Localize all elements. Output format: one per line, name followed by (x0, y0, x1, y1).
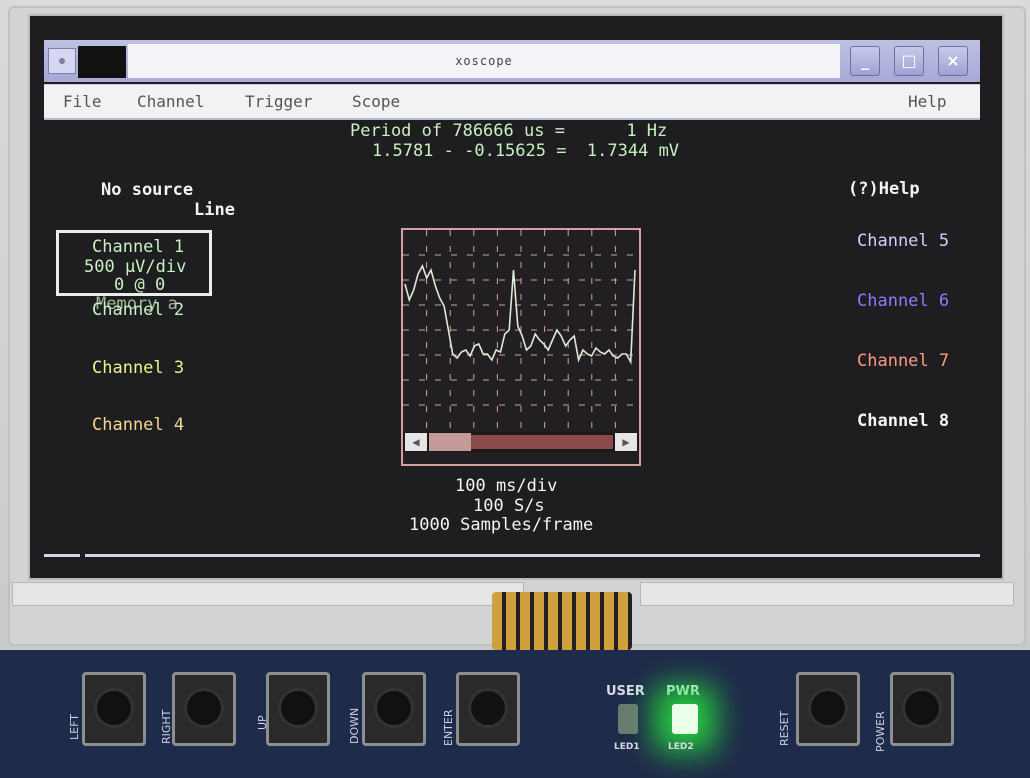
maximize-button[interactable]: □ (894, 46, 924, 76)
xoscope-window: xoscope _ □ × File Channel Trigger Scope… (44, 40, 980, 564)
power-button[interactable] (890, 672, 954, 746)
time-per-div[interactable]: 100 ms/div (455, 476, 557, 496)
channel4-label[interactable]: Channel 4 (92, 415, 184, 435)
led1-label: LED1 (614, 742, 640, 752)
user-led (618, 704, 638, 734)
title-bar[interactable]: xoscope _ □ × (44, 40, 980, 82)
channel1-label[interactable]: Channel 1 (92, 237, 184, 257)
right-button-label: RIGHT (160, 709, 173, 744)
channel1-scale: 500 µV/div (84, 257, 187, 277)
channel2-label[interactable]: Channel 2 (92, 300, 184, 320)
help-key-label[interactable]: (?)Help (848, 179, 920, 199)
channel6-label[interactable]: Channel 6 (857, 291, 949, 311)
scroll-thumb[interactable] (429, 433, 471, 451)
time-scrollbar[interactable]: ◀ ▶ (403, 432, 639, 452)
scope-display (403, 230, 639, 430)
film-strip (12, 582, 524, 606)
title-bar-dark-block (78, 46, 126, 78)
up-button[interactable] (266, 672, 330, 746)
menu-help[interactable]: Help (908, 92, 947, 111)
film-strip (640, 582, 1014, 606)
reset-button[interactable] (796, 672, 860, 746)
enter-button[interactable] (456, 672, 520, 746)
menu-trigger[interactable]: Trigger (245, 92, 312, 111)
minimize-button[interactable]: _ (850, 46, 880, 76)
down-button-label: DOWN (348, 707, 361, 744)
channel5-label[interactable]: Channel 5 (857, 231, 949, 251)
scroll-right-icon[interactable]: ▶ (615, 433, 637, 451)
left-button-label: LEFT (68, 714, 81, 740)
left-button[interactable] (82, 672, 146, 746)
channel8-label[interactable]: Channel 8 (857, 411, 949, 431)
close-button[interactable]: × (938, 46, 968, 76)
menu-bar: File Channel Trigger Scope Help (44, 84, 980, 120)
scroll-left-icon[interactable]: ◀ (405, 433, 427, 451)
window-menu-icon[interactable] (48, 48, 76, 74)
scope-graticule[interactable] (401, 228, 641, 466)
up-button-label: UP (256, 715, 269, 730)
samples-per-frame[interactable]: 1000 Samples/frame (409, 515, 593, 535)
source-line-label[interactable]: Line (194, 200, 235, 220)
title-area: xoscope (128, 44, 840, 78)
channel1-position: 0 @ 0 (114, 275, 166, 295)
window-title: xoscope (455, 54, 513, 68)
user-led-label: USER (606, 684, 645, 699)
bottom-separator (44, 554, 980, 557)
menu-scope[interactable]: Scope (352, 92, 400, 111)
menu-channel[interactable]: Channel (137, 92, 204, 111)
pwr-led-label: PWR (666, 684, 700, 699)
separator-gap (80, 552, 85, 559)
source-label[interactable]: No source (101, 180, 193, 200)
sample-rate[interactable]: 100 S/s (473, 496, 545, 516)
period-readout: Period of 786666 us = 1 Hz (350, 121, 668, 141)
channel3-label[interactable]: Channel 3 (92, 358, 184, 378)
power-led (672, 704, 698, 734)
power-button-label: POWER (874, 711, 887, 752)
reset-button-label: RESET (778, 710, 791, 746)
right-button[interactable] (172, 672, 236, 746)
channel7-label[interactable]: Channel 7 (857, 351, 949, 371)
led2-label: LED2 (668, 742, 694, 752)
down-button[interactable] (362, 672, 426, 746)
voltage-readout: 1.5781 - -0.15625 = 1.7344 mV (372, 141, 680, 161)
menu-file[interactable]: File (63, 92, 102, 111)
flex-cable (492, 592, 632, 650)
enter-button-label: ENTER (442, 709, 455, 747)
